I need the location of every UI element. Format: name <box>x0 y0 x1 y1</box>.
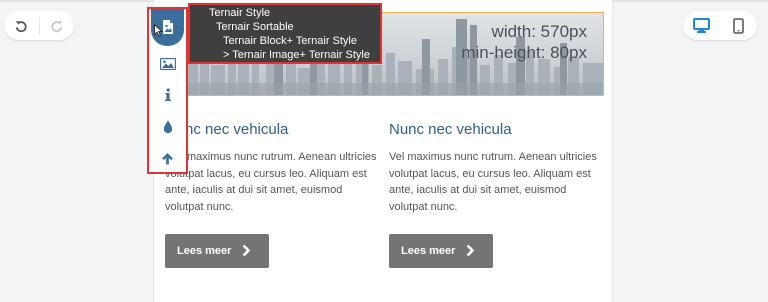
info-tool[interactable] <box>149 81 186 109</box>
column-2-line: volutpat nunc. <box>389 200 458 213</box>
read-more-button-1[interactable]: Lees meer <box>165 234 269 268</box>
column-1-title: nc nec vehicula <box>185 121 289 138</box>
column-2-line: ante, iaculis at dui sit amet, euismod <box>389 184 567 196</box>
chevron-right-icon <box>242 244 251 257</box>
select-parent-tool[interactable] <box>149 144 186 172</box>
column-1-line: volutpat nunc. <box>165 200 234 213</box>
column-1-text: maximus nunc rutrum. Aenean ultricies <box>187 149 399 166</box>
breadcrumb-item[interactable]: Ternair Sortable <box>216 20 294 34</box>
desktop-icon <box>693 18 710 33</box>
read-more-label: Lees meer <box>177 245 232 257</box>
redo-button[interactable] <box>39 11 74 40</box>
mobile-icon <box>733 17 744 34</box>
droplet-icon <box>163 120 172 134</box>
column-1-line: ante, iaculis at dui sit amet, euismod <box>165 184 343 196</box>
desktop-view-button[interactable] <box>683 11 720 40</box>
hero-min-height-label: min-height: 80px <box>461 43 587 62</box>
column-1-line: maximus nunc rutrum. Aenean ultricies <box>187 151 377 163</box>
info-icon <box>164 88 171 101</box>
history-controls <box>4 11 74 40</box>
hero-dimensions: width: 570px min-height: 80px <box>461 21 587 63</box>
column-2-line: volutpat lacus, eu cursus leo. Aliquam e… <box>389 167 591 180</box>
element-breadcrumb: Ternair Style Ternair Sortable Ternair B… <box>188 3 382 64</box>
breadcrumb-item[interactable]: > Ternair Image+ Ternair Style <box>223 48 370 62</box>
undo-icon <box>15 20 27 32</box>
hero-width-label: width: 570px <box>491 22 587 41</box>
redo-icon <box>51 20 63 32</box>
read-more-label: Lees meer <box>401 245 456 257</box>
column-1-line: volutpat lacus, eu cursus leo. Aliquam e… <box>165 167 367 180</box>
column-2-line: Vel maximus nunc rutrum. Aenean ultricie… <box>389 151 597 163</box>
color-tool[interactable] <box>149 113 186 141</box>
column-2-title: Nunc nec vehicula <box>389 121 512 138</box>
chevron-right-icon <box>466 244 475 257</box>
picture-icon <box>159 58 176 70</box>
mobile-view-button[interactable] <box>720 11 757 40</box>
arrow-up-icon <box>162 152 173 164</box>
picture-tool[interactable] <box>149 50 186 78</box>
read-more-button-2[interactable]: Lees meer <box>389 234 493 268</box>
column-1-text-rest: volutpat lacus, eu cursus leo. Aliquam e… <box>165 166 377 216</box>
mouse-cursor-icon <box>154 24 163 37</box>
column-2-text: Vel maximus nunc rutrum. Aenean ultricie… <box>389 149 601 215</box>
breadcrumb-item[interactable]: Ternair Block+ Ternair Style <box>223 34 357 48</box>
device-switcher <box>683 11 757 40</box>
undo-button[interactable] <box>4 11 39 40</box>
breadcrumb-item[interactable]: Ternair Style <box>209 6 270 20</box>
